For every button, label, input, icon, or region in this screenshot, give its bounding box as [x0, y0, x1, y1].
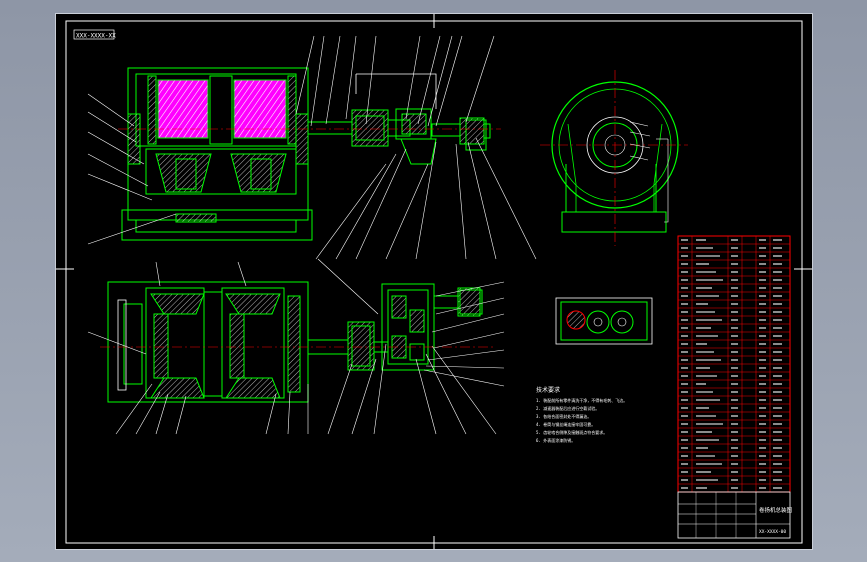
reducer-detail-view — [555, 297, 653, 345]
note-line: 2. 减速器装配后应进行空载试验。 — [536, 405, 599, 411]
top-view — [107, 281, 483, 403]
code-label: XXX-XXXX-XX — [76, 33, 116, 40]
note-line: 6. 外表面涂漆防锈。 — [536, 437, 575, 443]
front-view — [121, 67, 491, 241]
note-line: 5. 齿轮啮合侧隙及接触斑点符合要求。 — [536, 429, 607, 435]
title-block: 卷扬机总装图 XX-XXXX-00 — [677, 491, 793, 539]
assembly-drawing: XXX-XXXX-XX 技术要求 1. 装配前所有零件清洗干净，不得有毛刺、飞边… — [56, 14, 812, 549]
cad-viewport[interactable]: XXX-XXXX-XX 技术要求 1. 装配前所有零件清洗干净，不得有毛刺、飞边… — [55, 13, 813, 550]
title-block-code: XX-XXXX-00 — [759, 529, 786, 535]
parts-list-table — [677, 235, 791, 493]
note-line: 3. 各结合面密封处不得漏油。 — [536, 413, 591, 419]
title-block-name: 卷扬机总装图 — [759, 506, 793, 514]
technical-notes: 技术要求 1. 装配前所有零件清洗干净，不得有毛刺、飞边。 2. 减速器装配后应… — [536, 386, 627, 443]
note-line: 4. 卷筒与钢丝绳连接牢固可靠。 — [536, 421, 595, 427]
notes-title: 技术要求 — [536, 386, 560, 394]
note-line: 1. 装配前所有零件清洗干净，不得有毛刺、飞边。 — [536, 397, 627, 403]
